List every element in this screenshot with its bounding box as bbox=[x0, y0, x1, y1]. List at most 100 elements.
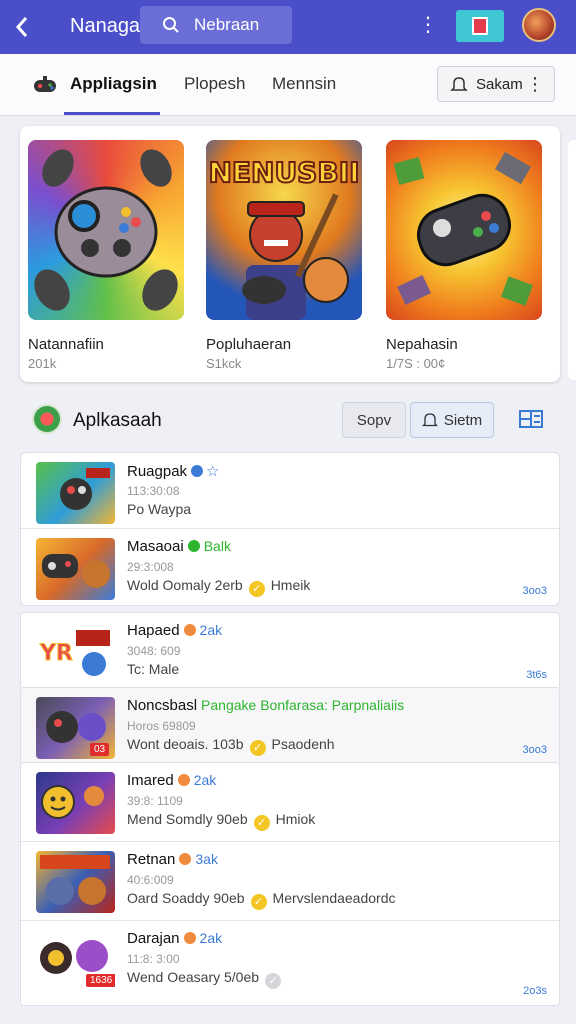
app-count: 3oo3 bbox=[522, 585, 547, 597]
app-title: Noncsbasl Pangake Bonfarasa: Parpnaliaiis bbox=[127, 697, 404, 714]
app-desc: Wend Oeasary 5/0eb ✓ bbox=[127, 969, 287, 989]
app-desc-extra: Mervslendaeadordc bbox=[272, 890, 396, 906]
app-tag: 2ak bbox=[199, 930, 223, 946]
app-desc: Oard Soaddy 90eb ✓ Mervslendaeadordc bbox=[127, 890, 396, 910]
featured-name: Nepahasin bbox=[386, 336, 458, 353]
check-icon: ✓ bbox=[253, 815, 270, 831]
app-desc: Mend Somdly 90eb ✓ Hmiok bbox=[127, 811, 315, 831]
list-item[interactable]: 1636 Darajan 2ak 11:8: 3:00 Wend Oeasary … bbox=[21, 921, 559, 1005]
featured-card[interactable]: Nepahasin 1/7S : 00¢ bbox=[386, 140, 542, 371]
app-title-text: Masaoai bbox=[127, 538, 184, 555]
app-meta: 11:8: 3:00 bbox=[127, 952, 180, 966]
app-desc: Wont deoais. 103b ✓ Psaodenh bbox=[127, 736, 335, 756]
share-button[interactable]: Sakam ⋮ bbox=[437, 66, 555, 102]
gift-button[interactable] bbox=[456, 10, 504, 42]
featured-card[interactable]: Natannafiin 201k bbox=[28, 140, 184, 371]
app-title: Masaoai Balk bbox=[127, 538, 231, 555]
active-tab-indicator bbox=[64, 112, 160, 115]
featured-thumbnail bbox=[28, 140, 184, 320]
featured-sub: 1/7S : 00¢ bbox=[386, 356, 446, 371]
app-meta: Horos 69809 bbox=[127, 719, 196, 733]
app-title-text: Noncsbasl bbox=[127, 697, 198, 714]
status-dot-icon bbox=[179, 853, 192, 865]
app-title-text: Hapaed bbox=[127, 622, 180, 639]
filter-button[interactable]: Sietm bbox=[410, 402, 494, 438]
section-title: Aplkasaah bbox=[73, 410, 162, 431]
sort-button[interactable]: Sopv bbox=[342, 402, 406, 438]
app-list-group: YR Hapaed 2ak 3048: 609 Tc: Male 3t6s bbox=[20, 612, 560, 690]
svg-text:YR: YR bbox=[39, 641, 73, 666]
featured-sub: 201k bbox=[28, 356, 57, 371]
status-dot-icon bbox=[183, 932, 196, 944]
check-icon: ✓ bbox=[248, 581, 265, 597]
app-title: Nanagai bbox=[70, 15, 145, 37]
app-desc-text: Wold Oomaly 2erb bbox=[127, 577, 243, 593]
app-list-group: 03 Noncsbasl Pangake Bonfarasa: Parpnalia… bbox=[20, 687, 560, 765]
app-title: Retnan 3ak bbox=[127, 851, 218, 868]
more-vert-icon[interactable]: ⋮ bbox=[418, 14, 438, 40]
check-icon: ✓ bbox=[265, 973, 282, 989]
avatar[interactable] bbox=[522, 8, 556, 42]
app-thumbnail bbox=[36, 538, 115, 600]
search-placeholder: Nebraan bbox=[194, 15, 260, 34]
app-tag: 2ak bbox=[193, 772, 217, 788]
featured-card[interactable]: NENUSBII Popluhaeran S1kck bbox=[206, 140, 362, 371]
app-count: 3oo3 bbox=[522, 744, 547, 756]
app-count: 2o3s bbox=[523, 985, 547, 997]
featured-thumbnail bbox=[386, 140, 542, 320]
app-badge: 1636 bbox=[86, 974, 115, 987]
app-meta: 29:3:008 bbox=[127, 560, 174, 574]
app-count: 3t6s bbox=[526, 669, 547, 681]
tab-applications[interactable]: Appliagsin bbox=[70, 74, 157, 94]
app-meta: 39:8: 1109 bbox=[127, 794, 183, 808]
status-dot-icon bbox=[183, 624, 196, 636]
tab-menu[interactable]: Mennsin bbox=[272, 74, 336, 94]
app-title: Imared 2ak bbox=[127, 772, 216, 789]
featured-sub: S1kck bbox=[206, 356, 242, 371]
list-item[interactable]: Masaoai Balk 29:3:008 Wold Oomaly 2erb ✓ Hm… bbox=[21, 529, 559, 605]
list-item[interactable]: YR Hapaed 2ak 3048: 609 Tc: Male 3t6s bbox=[21, 613, 559, 689]
featured-thumbnail: NENUSBII bbox=[206, 140, 362, 320]
list-item[interactable]: Imared 2ak 39:8: 1109 Mend Somdly 90eb ✓ Hm… bbox=[21, 763, 559, 842]
app-list-group: Ruagpak ☆ 113:30:08 Po Waypa Masaoai Balk … bbox=[20, 452, 560, 606]
app-title: Hapaed 2ak bbox=[127, 622, 222, 639]
app-thumbnail bbox=[36, 462, 115, 524]
top-app-bar: Nanagai Nebraan ⋮ bbox=[0, 0, 576, 54]
apps-section-icon bbox=[32, 404, 62, 434]
app-tag: 3ak bbox=[195, 851, 218, 867]
next-card-peek bbox=[568, 140, 576, 380]
featured-name: Natannafiin bbox=[28, 336, 104, 353]
app-list-group: Imared 2ak 39:8: 1109 Mend Somdly 90eb ✓ Hm… bbox=[20, 762, 560, 1006]
app-desc-extra: Hmiok bbox=[275, 811, 316, 827]
status-dot-icon bbox=[187, 540, 200, 552]
app-meta: 40:6:009 bbox=[127, 873, 174, 887]
list-item[interactable]: Retnan 3ak 40:6:009 Oard Soaddy 90eb ✓ Merv… bbox=[21, 842, 559, 921]
bell-icon bbox=[421, 413, 438, 427]
app-desc-extra: Psaodenh bbox=[271, 736, 335, 752]
app-desc: Tc: Male bbox=[127, 661, 180, 677]
star-icon[interactable]: ☆ bbox=[206, 463, 219, 480]
filter-label: Sietm bbox=[443, 411, 483, 429]
app-desc: Wold Oomaly 2erb ✓ Hmeik bbox=[127, 577, 310, 597]
list-item[interactable]: 03 Noncsbasl Pangake Bonfarasa: Parpnalia… bbox=[21, 688, 559, 764]
more-vert-icon[interactable]: ⋮ bbox=[526, 74, 544, 95]
tab-popular[interactable]: Plopesh bbox=[184, 74, 245, 94]
list-item[interactable]: Ruagpak ☆ 113:30:08 Po Waypa bbox=[21, 453, 559, 529]
view-toggle-icon[interactable] bbox=[518, 408, 544, 430]
featured-carousel[interactable]: Natannafiin 201k NENUSBII Popluhaeran S1… bbox=[20, 126, 560, 382]
chevron-left-icon[interactable] bbox=[0, 0, 44, 54]
app-desc: Po Waypa bbox=[127, 501, 192, 517]
app-thumbnail bbox=[36, 851, 115, 913]
status-dot-icon bbox=[177, 774, 190, 786]
app-meta: 113:30:08 bbox=[127, 484, 180, 498]
featured-art-title: NENUSBII bbox=[208, 156, 359, 189]
app-tag: Balk bbox=[203, 538, 231, 554]
verified-icon bbox=[191, 465, 204, 477]
app-tag: 2ak bbox=[199, 622, 223, 638]
app-tag: Pangake Bonfarasa: Parpnaliaiis bbox=[201, 697, 405, 713]
app-desc-text: Wont deoais. 103b bbox=[127, 736, 244, 752]
search-input[interactable]: Nebraan bbox=[140, 6, 292, 44]
check-icon: ✓ bbox=[249, 740, 266, 756]
app-desc-text: Wend Oeasary 5/0eb bbox=[127, 969, 260, 985]
app-title: Ruagpak ☆ bbox=[127, 462, 220, 480]
